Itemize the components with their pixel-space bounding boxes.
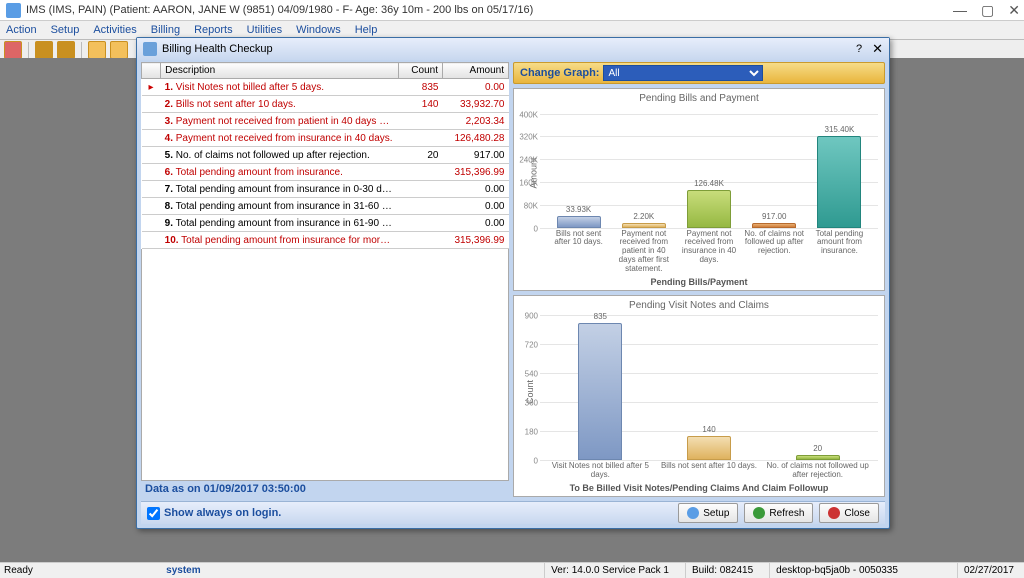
status-version: Ver: 14.0.0 Service Pack 1: [544, 563, 675, 578]
col-description[interactable]: Description: [161, 63, 399, 79]
close-icon[interactable]: ✕: [1008, 0, 1020, 20]
app-icon: [6, 3, 21, 18]
chart-pending-visits: Pending Visit Notes and Claims Count0180…: [513, 295, 885, 498]
menu-action[interactable]: Action: [6, 21, 37, 39]
billing-health-dialog: Billing Health Checkup ? ✕ Description C…: [136, 37, 890, 529]
billing-table: Description Count Amount ▸1. Visit Notes…: [141, 62, 509, 249]
dialog-title: Billing Health Checkup: [162, 43, 856, 55]
table-row[interactable]: 7. Total pending amount from insurance i…: [142, 181, 509, 198]
app-titlebar: IMS (IMS, PAIN) (Patient: AARON, JANE W …: [0, 0, 1024, 21]
table-row[interactable]: ▸1. Visit Notes not billed after 5 days.…: [142, 79, 509, 96]
table-row[interactable]: 2. Bills not sent after 10 days.14033,93…: [142, 96, 509, 113]
toolbar-icon[interactable]: [35, 41, 53, 59]
chart-title: Pending Bills and Payment: [516, 93, 882, 104]
maximize-icon[interactable]: ▢: [981, 0, 994, 20]
col-amount[interactable]: Amount: [442, 63, 508, 79]
close-button[interactable]: Close: [819, 503, 879, 523]
refresh-icon: [753, 507, 765, 519]
menu-setup[interactable]: Setup: [51, 21, 80, 39]
toolbar-icon[interactable]: [4, 41, 22, 59]
chart-pending-bills: Pending Bills and Payment Amount080K160K…: [513, 88, 885, 291]
toolbar-icon[interactable]: [88, 41, 106, 59]
status-ready: Ready: [4, 563, 33, 578]
table-filler: [141, 249, 509, 481]
close-icon: [828, 507, 840, 519]
change-graph-bar: Change Graph: All: [513, 62, 885, 84]
minimize-icon[interactable]: —: [953, 0, 967, 20]
toolbar-icon[interactable]: [110, 41, 128, 59]
menu-activities[interactable]: Activities: [93, 21, 136, 39]
change-graph-label: Change Graph:: [520, 67, 599, 79]
table-row[interactable]: 3. Payment not received from patient in …: [142, 113, 509, 130]
status-date: 02/27/2017: [957, 563, 1020, 578]
app-title: IMS (IMS, PAIN) (Patient: AARON, JANE W …: [26, 0, 533, 20]
toolbar-icon[interactable]: [57, 41, 75, 59]
dialog-icon: [143, 42, 157, 56]
dialog-close-icon[interactable]: ✕: [872, 38, 883, 60]
setup-button[interactable]: Setup: [678, 503, 738, 523]
status-bar: Ready system Ver: 14.0.0 Service Pack 1 …: [0, 562, 1024, 578]
table-row[interactable]: 8. Total pending amount from insurance i…: [142, 198, 509, 215]
gear-icon: [687, 507, 699, 519]
show-always-checkbox[interactable]: Show always on login.: [147, 507, 672, 520]
table-row[interactable]: 10. Total pending amount from insurance …: [142, 232, 509, 249]
show-always-input[interactable]: [147, 507, 160, 520]
refresh-button[interactable]: Refresh: [744, 503, 813, 523]
table-row[interactable]: 4. Payment not received from insurance i…: [142, 130, 509, 147]
table-row[interactable]: 6. Total pending amount from insurance.3…: [142, 164, 509, 181]
col-count[interactable]: Count: [399, 63, 443, 79]
help-icon[interactable]: ?: [856, 43, 862, 55]
table-row[interactable]: 5. No. of claims not followed up after r…: [142, 147, 509, 164]
change-graph-select[interactable]: All: [603, 65, 763, 81]
status-user: system: [166, 563, 200, 578]
status-build: Build: 082415: [685, 563, 759, 578]
status-desktop: desktop-bq5ja0b - 0050335: [769, 563, 904, 578]
data-as-of: Data as on 01/09/2017 03:50:00: [141, 481, 509, 497]
chart-title: Pending Visit Notes and Claims: [516, 300, 882, 311]
col-arrow[interactable]: [142, 63, 161, 79]
table-row[interactable]: 9. Total pending amount from insurance i…: [142, 215, 509, 232]
